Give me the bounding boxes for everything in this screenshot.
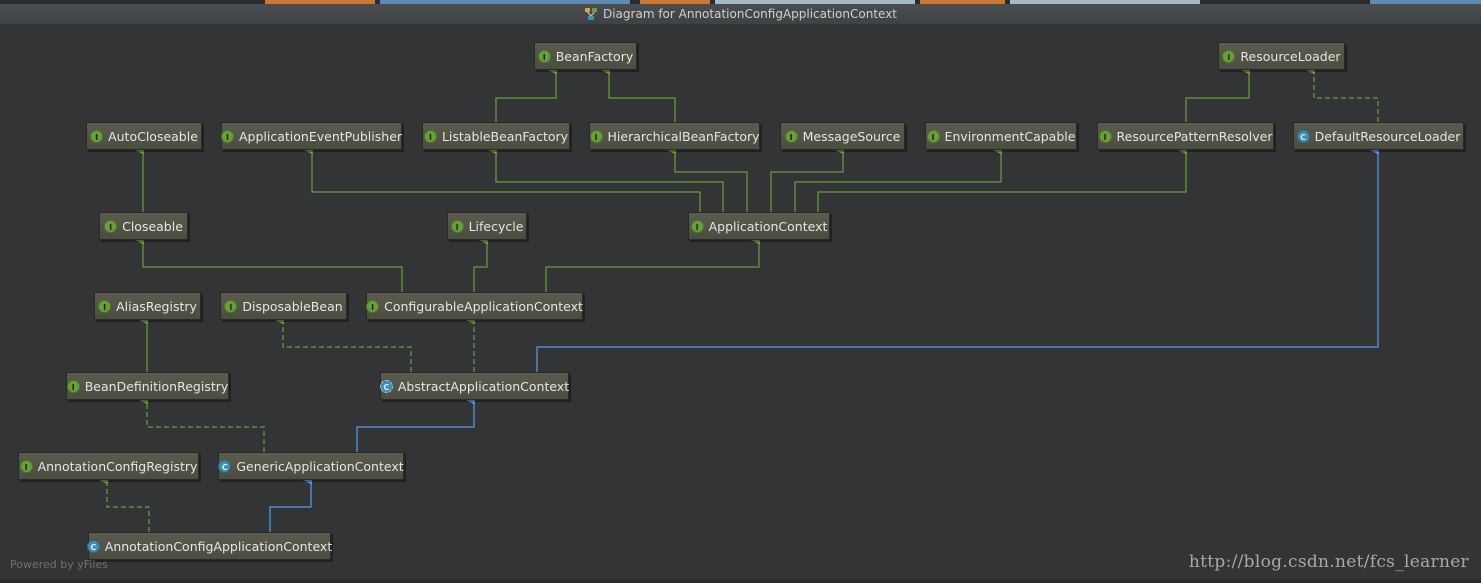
edge-extends: [545, 235, 760, 292]
interface-badge-icon: I: [537, 49, 551, 63]
interface-badge-icon: I: [224, 299, 238, 313]
class-badge-icon: C: [86, 539, 100, 553]
edge-class-extends: [536, 145, 1379, 372]
powered-by-label: Powered by yFiles: [10, 558, 108, 571]
interface-badge-icon: I: [104, 219, 118, 233]
edge-extends: [817, 145, 1187, 212]
interface-badge-icon: I: [98, 299, 112, 313]
node-label: Closeable: [122, 218, 183, 234]
node-lifecycle[interactable]: I Lifecycle: [447, 212, 527, 240]
node-default-resource-loader[interactable]: C DefaultResourceLoader: [1293, 122, 1464, 150]
node-bean-definition-registry[interactable]: I BeanDefinitionRegistry: [66, 372, 229, 400]
class-badge-icon: C: [1296, 129, 1310, 143]
node-label: HierarchicalBeanFactory: [607, 128, 760, 144]
node-label: AutoCloseable: [108, 128, 198, 144]
node-resource-loader[interactable]: I ResourceLoader: [1218, 42, 1345, 70]
node-annotation-config-application-context[interactable]: C AnnotationConfigApplicationContext: [86, 532, 333, 560]
edge-class-extends: [356, 395, 475, 452]
node-generic-application-context[interactable]: C GenericApplicationContext: [218, 452, 404, 480]
node-auto-closeable[interactable]: I AutoCloseable: [86, 122, 202, 150]
node-label: AnnotationConfigApplicationContext: [104, 538, 333, 554]
node-annotation-config-registry[interactable]: I AnnotationConfigRegistry: [18, 452, 199, 480]
node-label: DefaultResourceLoader: [1314, 128, 1461, 144]
interface-badge-icon: I: [90, 129, 104, 143]
edge-extends: [303, 145, 701, 212]
node-label: EnvironmentCapable: [944, 128, 1076, 144]
abstract-badge-icon: C: [379, 379, 393, 393]
class-badge-icon: C: [218, 459, 232, 473]
interface-badge-icon: I: [19, 459, 33, 473]
node-abstract-application-context[interactable]: C AbstractApplicationContext: [379, 372, 570, 400]
edge-extends: [794, 145, 1002, 212]
node-label: BeanFactory: [555, 48, 634, 64]
node-environment-capable[interactable]: I EnvironmentCapable: [925, 122, 1077, 150]
interface-badge-icon: I: [690, 219, 704, 233]
interface-badge-icon: I: [1222, 49, 1236, 63]
node-label: BeanDefinitionRegistry: [84, 378, 229, 394]
node-hierarchical-bean-factory[interactable]: I HierarchicalBeanFactory: [589, 122, 760, 150]
interface-badge-icon: I: [220, 129, 234, 143]
edge-extends: [666, 145, 748, 212]
node-configurable-application-context[interactable]: I ConfigurableApplicationContext: [366, 292, 583, 320]
edge-extends: [600, 65, 676, 122]
edge-class-extends: [269, 475, 312, 532]
edge-implements: [138, 395, 265, 452]
node-label: MessageSource: [802, 128, 901, 144]
node-listable-bean-factory[interactable]: I ListableBeanFactory: [422, 122, 570, 150]
interface-badge-icon: I: [589, 129, 603, 143]
node-label: DisposableBean: [242, 298, 343, 314]
watermark-url: http://blog.csdn.net/fcs_learner: [1188, 552, 1469, 572]
node-application-event-publisher[interactable]: I ApplicationEventPublisher: [220, 122, 403, 150]
node-disposable-bean[interactable]: I DisposableBean: [220, 292, 347, 320]
interface-badge-icon: I: [66, 379, 80, 393]
node-resource-pattern-resolver[interactable]: I ResourcePatternResolver: [1097, 122, 1274, 150]
node-application-context[interactable]: I ApplicationContext: [688, 212, 830, 240]
edge-extends: [487, 145, 724, 212]
edge-extends: [134, 235, 403, 292]
node-label: ApplicationEventPublisher: [238, 128, 403, 144]
node-label: ListableBeanFactory: [441, 128, 569, 144]
edge-implements: [98, 475, 150, 532]
edge-extends: [495, 65, 557, 122]
node-alias-registry[interactable]: I AliasRegistry: [94, 292, 201, 320]
interface-badge-icon: I: [450, 219, 464, 233]
edge-extends: [473, 235, 488, 292]
node-label: ConfigurableApplicationContext: [384, 298, 583, 314]
node-label: Lifecycle: [468, 218, 524, 234]
edge-implements: [274, 315, 412, 372]
node-label: ApplicationContext: [708, 218, 828, 234]
interface-badge-icon: I: [784, 129, 798, 143]
interface-badge-icon: I: [423, 129, 437, 143]
node-label: ResourceLoader: [1240, 48, 1341, 64]
interface-badge-icon: I: [1098, 129, 1112, 143]
node-closeable[interactable]: I Closeable: [99, 212, 188, 240]
node-bean-factory[interactable]: I BeanFactory: [534, 42, 637, 70]
node-message-source[interactable]: I MessageSource: [780, 122, 905, 150]
edge-extends: [1185, 65, 1250, 122]
interface-badge-icon: I: [366, 299, 380, 313]
node-label: AnnotationConfigRegistry: [37, 458, 198, 474]
node-label: GenericApplicationContext: [236, 458, 404, 474]
node-label: ResourcePatternResolver: [1116, 128, 1273, 144]
node-label: AliasRegistry: [116, 298, 197, 314]
edge-extends: [770, 145, 844, 212]
node-label: AbstractApplicationContext: [397, 378, 570, 394]
interface-badge-icon: I: [926, 129, 940, 143]
edge-implements: [1305, 65, 1379, 122]
